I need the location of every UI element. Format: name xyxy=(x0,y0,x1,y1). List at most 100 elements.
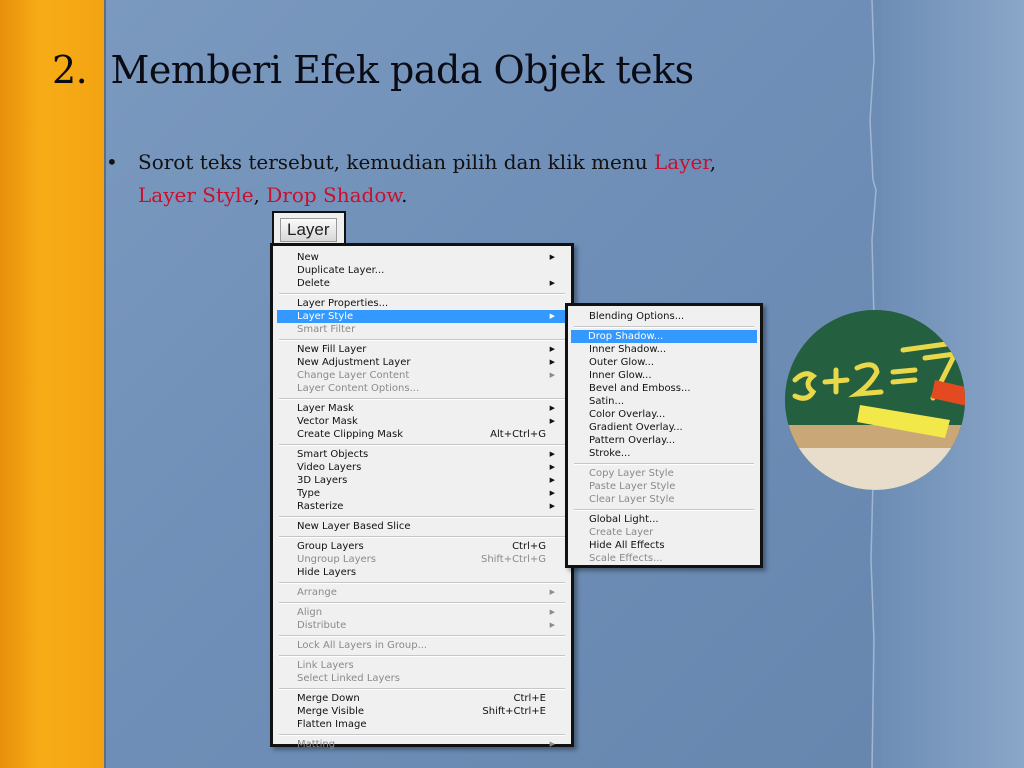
menu-item-label: Arrange xyxy=(297,587,337,598)
menu-separator xyxy=(574,509,754,511)
submenu-item-pattern-overlay[interactable]: Pattern Overlay... xyxy=(568,434,760,447)
menu-item-layer-properties[interactable]: Layer Properties... xyxy=(273,297,571,310)
menu-item-label: Flatten Image xyxy=(297,719,367,730)
submenu-arrow-icon: ▶ xyxy=(549,312,555,320)
menu-item-label: Outer Glow... xyxy=(589,357,655,368)
menu-item-new-fill-layer[interactable]: New Fill Layer ▶ xyxy=(273,343,571,356)
submenu-item-stroke[interactable]: Stroke... xyxy=(568,447,760,460)
menu-item-new[interactable]: New ▶ xyxy=(273,251,571,264)
bullet-text: Sorot teks tersebut, kemudian pilih dan … xyxy=(138,146,846,212)
submenu-item-copy-layer-style: Copy Layer Style xyxy=(568,467,760,480)
menu-item-link-layers: Link Layers xyxy=(273,659,571,672)
menu-separator xyxy=(279,293,565,295)
menu-item-smart-objects[interactable]: Smart Objects ▶ xyxy=(273,448,571,461)
bullet-char: • xyxy=(106,150,118,174)
menu-item-label: Copy Layer Style xyxy=(589,468,674,479)
submenu-item-paste-layer-style: Paste Layer Style xyxy=(568,480,760,493)
menu-item-label: Stroke... xyxy=(589,448,631,459)
menu-item-lock-all-layers-in-group: Lock All Layers in Group... xyxy=(273,639,571,652)
menu-item-matting: Matting ▶ xyxy=(273,738,571,751)
submenu-item-drop-shadow[interactable]: Drop Shadow... xyxy=(571,330,757,343)
bullet-end: . xyxy=(401,183,408,207)
menu-separator xyxy=(574,463,754,465)
menu-separator xyxy=(279,536,565,538)
menu-item-duplicate-layer[interactable]: Duplicate Layer... xyxy=(273,264,571,277)
menu-item-ungroup-layers: Ungroup Layers Shift+Ctrl+G xyxy=(273,553,571,566)
layer-style-submenu: Blending Options... Drop Shadow... Inner S… xyxy=(565,303,763,568)
menu-item-layer-mask[interactable]: Layer Mask ▶ xyxy=(273,402,571,415)
menu-item-delete[interactable]: Delete ▶ xyxy=(273,277,571,290)
menu-item-label: Rasterize xyxy=(297,501,344,512)
menu-item-merge-visible[interactable]: Merge Visible Shift+Ctrl+E xyxy=(273,705,571,718)
menu-item-label: Type xyxy=(297,488,320,499)
menu-item-video-layers[interactable]: Video Layers ▶ xyxy=(273,461,571,474)
submenu-arrow-icon: ▶ xyxy=(549,463,555,471)
menu-item-rasterize[interactable]: Rasterize ▶ xyxy=(273,500,571,513)
layer-menu-title-button[interactable]: Layer xyxy=(280,218,337,242)
submenu-arrow-icon: ▶ xyxy=(549,588,555,596)
menu-item-create-clipping-mask[interactable]: Create Clipping Mask Alt+Ctrl+G xyxy=(273,428,571,441)
menu-item-label: Scale Effects... xyxy=(589,553,663,564)
menu-item-label: Inner Shadow... xyxy=(589,344,667,355)
submenu-item-hide-all-effects[interactable]: Hide All Effects xyxy=(568,539,760,552)
submenu-item-global-light[interactable]: Global Light... xyxy=(568,513,760,526)
menu-separator xyxy=(279,635,565,637)
menu-item-arrange: Arrange ▶ xyxy=(273,586,571,599)
menu-item-label: Layer Properties... xyxy=(297,298,389,309)
menu-item-label: Delete xyxy=(297,278,330,289)
submenu-item-bevel-and-emboss[interactable]: Bevel and Emboss... xyxy=(568,382,760,395)
submenu-item-scale-effects: Scale Effects... xyxy=(568,552,760,565)
menu-item-shortcut: Ctrl+E xyxy=(513,693,547,704)
submenu-item-inner-shadow[interactable]: Inner Shadow... xyxy=(568,343,760,356)
menu-item-change-layer-content: Change Layer Content ▶ xyxy=(273,369,571,382)
menu-item-label: Vector Mask xyxy=(297,416,358,427)
submenu-arrow-icon: ▶ xyxy=(549,371,555,379)
menu-item-label: Pattern Overlay... xyxy=(589,435,676,446)
submenu-item-outer-glow[interactable]: Outer Glow... xyxy=(568,356,760,369)
menu-item-3d-layers[interactable]: 3D Layers ▶ xyxy=(273,474,571,487)
menu-item-label: New Adjustment Layer xyxy=(297,357,411,368)
menu-item-label: Lock All Layers in Group... xyxy=(297,640,428,651)
menu-item-distribute: Distribute ▶ xyxy=(273,619,571,632)
menu-item-flatten-image[interactable]: Flatten Image xyxy=(273,718,571,731)
submenu-item-inner-glow[interactable]: Inner Glow... xyxy=(568,369,760,382)
menu-item-label: Distribute xyxy=(297,620,347,631)
menu-item-label: Create Clipping Mask xyxy=(297,429,404,440)
menu-item-label: Change Layer Content xyxy=(297,370,410,381)
menu-item-new-adjustment-layer[interactable]: New Adjustment Layer ▶ xyxy=(273,356,571,369)
submenu-arrow-icon: ▶ xyxy=(549,450,555,458)
menu-item-select-linked-layers: Select Linked Layers xyxy=(273,672,571,685)
submenu-item-gradient-overlay[interactable]: Gradient Overlay... xyxy=(568,421,760,434)
menu-separator xyxy=(279,655,565,657)
menu-item-hide-layers[interactable]: Hide Layers xyxy=(273,566,571,579)
menu-item-layer-style[interactable]: Layer Style ▶ xyxy=(277,310,567,323)
submenu-arrow-icon: ▶ xyxy=(549,404,555,412)
submenu-arrow-icon: ▶ xyxy=(549,476,555,484)
submenu-arrow-icon: ▶ xyxy=(549,417,555,425)
menu-item-merge-down[interactable]: Merge Down Ctrl+E xyxy=(273,692,571,705)
menu-item-group-layers[interactable]: Group Layers Ctrl+G xyxy=(273,540,571,553)
keyword-layer-style: Layer Style xyxy=(138,183,254,207)
menu-item-new-layer-based-slice[interactable]: New Layer Based Slice xyxy=(273,520,571,533)
submenu-arrow-icon: ▶ xyxy=(549,608,555,616)
submenu-item-clear-layer-style: Clear Layer Style xyxy=(568,493,760,506)
menu-item-vector-mask[interactable]: Vector Mask ▶ xyxy=(273,415,571,428)
menu-separator xyxy=(279,602,565,604)
submenu-item-blending-options[interactable]: Blending Options... xyxy=(568,310,760,323)
keyword-drop-shadow: Drop Shadow xyxy=(266,183,402,207)
menu-item-label: Color Overlay... xyxy=(589,409,666,420)
bullet-separator: , xyxy=(253,183,267,207)
layer-menu: New ▶ Duplicate Layer... Delete ▶ Layer Prope… xyxy=(270,243,574,750)
menu-item-label: Drop Shadow... xyxy=(588,331,664,342)
submenu-item-satin[interactable]: Satin... xyxy=(568,395,760,408)
submenu-item-color-overlay[interactable]: Color Overlay... xyxy=(568,408,760,421)
menu-item-label: New Fill Layer xyxy=(297,344,367,355)
submenu-arrow-icon: ▶ xyxy=(549,489,555,497)
slide: 2. Memberi Efek pada Objek teks • Sorot … xyxy=(0,0,1024,768)
slide-number: 2. xyxy=(52,48,88,92)
menu-item-type[interactable]: Type ▶ xyxy=(273,487,571,500)
menu-item-label: Bevel and Emboss... xyxy=(589,383,691,394)
submenu-arrow-icon: ▶ xyxy=(549,279,555,287)
menu-item-align: Align ▶ xyxy=(273,606,571,619)
menu-item-label: Blending Options... xyxy=(589,311,685,322)
